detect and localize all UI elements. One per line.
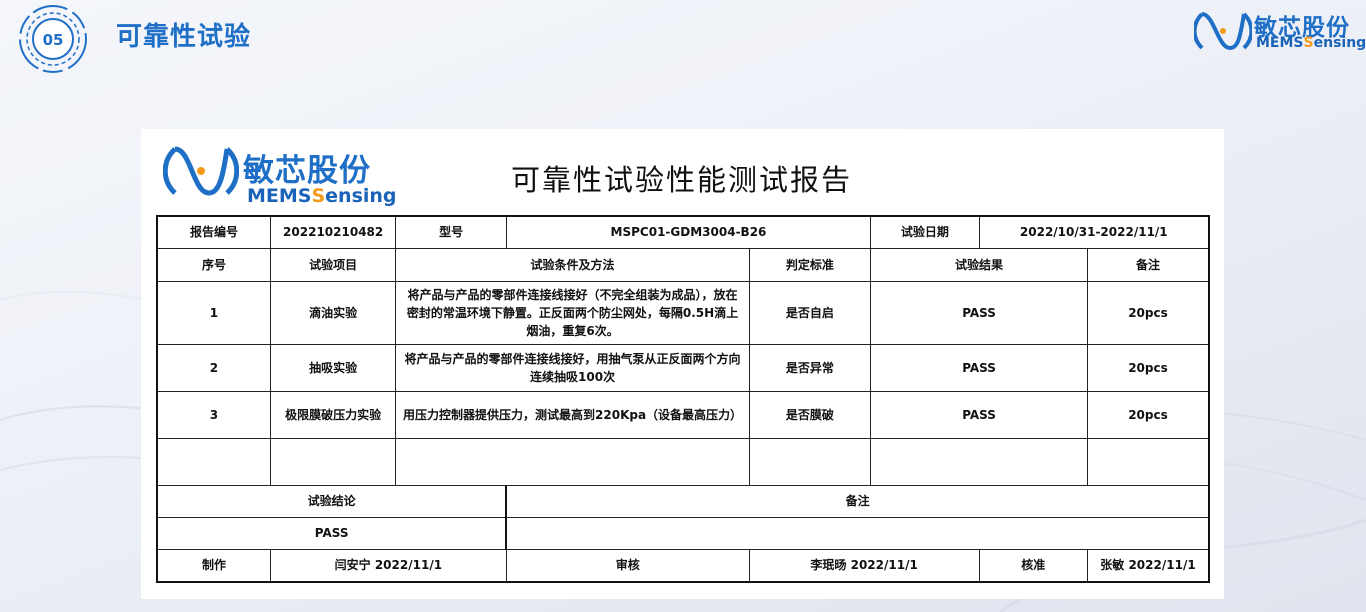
col-method: 试验条件及方法 [395,247,750,282]
approve-label: 核准 [978,548,1088,583]
row-seq: 2 [156,343,271,392]
row-method: 将产品与产品的零部件连接线接好，用抽气泵从正反面两个方向连续抽吸100次 [395,343,750,392]
report-no-value: 202210210482 [269,215,397,249]
col-remark: 备注 [1086,247,1210,282]
brand-logo: 敏芯股份 MEMSSensing [1192,8,1366,54]
brand-name-en: MEMSSensing [1256,35,1366,51]
row-method: 用压力控制器提供压力，测试最高到220Kpa（设备最高压力） [395,390,750,439]
row-criteria: 是否膜破 [748,390,872,439]
conclusion-remark-label: 备注 [505,484,1210,518]
report-table: 报告编号 202210210482 型号 MSPC01-GDM3004-B26 … [156,215,1210,583]
report-brand-en: MEMSSensing [247,185,397,207]
section-badge-icon: 05 [19,5,87,73]
info-row: 报告编号 202210210482 型号 MSPC01-GDM3004-B26 … [156,215,1210,249]
review-value: 李珉旸 2022/11/1 [748,548,980,583]
table-row: 2 抽吸实验 将产品与产品的零部件连接线接好，用抽气泵从正反面两个方向连续抽吸1… [156,343,1210,392]
table-row: 1 滴油实验 将产品与产品的零部件连接线接好（不完全组装为成品），放在密封的常温… [156,280,1210,345]
signoff-row: 制作 闫安宁 2022/11/1 审核 李珉旸 2022/11/1 核准 张敏 … [156,548,1210,583]
report-no-label: 报告编号 [156,215,271,249]
empty-cell [870,437,1088,486]
report-brand-cn: 敏芯股份 [243,153,371,189]
empty-cell [269,437,397,486]
column-header-row: 序号 试验项目 试验条件及方法 判定标准 试验结果 备注 [156,247,1210,282]
report-logo: 敏芯股份 MEMSSensing [162,141,403,207]
row-remark: 20pcs [1086,390,1210,439]
row-criteria: 是否自启 [748,280,872,345]
empty-cell [1086,437,1210,486]
review-label: 审核 [505,548,750,583]
row-seq: 3 [156,390,271,439]
row-result: PASS [870,343,1088,392]
model-label: 型号 [395,215,507,249]
empty-cell [156,437,271,486]
row-item: 滴油实验 [269,280,397,345]
row-result: PASS [870,280,1088,345]
row-remark: 20pcs [1086,343,1210,392]
empty-cell [395,437,750,486]
row-result: PASS [870,390,1088,439]
section-number: 05 [43,31,64,49]
row-method: 将产品与产品的零部件连接线接好（不完全组装为成品），放在密封的常温环境下静置。正… [395,280,750,345]
empty-row [156,437,1210,486]
approve-value: 张敏 2022/11/1 [1086,548,1210,583]
col-result: 试验结果 [870,247,1088,282]
row-criteria: 是否异常 [748,343,872,392]
conclusion-row: PASS [156,516,1210,550]
row-remark: 20pcs [1086,280,1210,345]
made-by-value: 闫安宁 2022/11/1 [269,548,507,583]
table-row: 3 极限膜破压力实验 用压力控制器提供压力，测试最高到220Kpa（设备最高压力… [156,390,1210,439]
conclusion-label: 试验结论 [156,484,508,518]
row-item: 抽吸实验 [269,343,397,392]
test-date-value: 2022/10/31-2022/11/1 [978,215,1210,249]
report-logo-icon [162,146,240,196]
brand-logo-icon [1192,12,1254,51]
row-item: 极限膜破压力实验 [269,390,397,439]
model-value: MSPC01-GDM3004-B26 [505,215,872,249]
conclusion-remark-value [505,516,1210,550]
conclusion-value: PASS [156,516,508,550]
page-title: 可靠性试验 [116,22,252,52]
section-badge: 05 [8,2,98,76]
made-by-label: 制作 [156,548,271,583]
col-seq: 序号 [156,247,271,282]
col-item: 试验项目 [269,247,397,282]
col-criteria: 判定标准 [748,247,872,282]
report-document: 敏芯股份 MEMSSensing 可靠性试验性能测试报告 报告编号 202210… [141,129,1224,599]
conclusion-header-row: 试验结论 备注 [156,484,1210,518]
empty-cell [748,437,872,486]
row-seq: 1 [156,280,271,345]
report-title: 可靠性试验性能测试报告 [511,163,853,197]
test-date-label: 试验日期 [870,215,980,249]
